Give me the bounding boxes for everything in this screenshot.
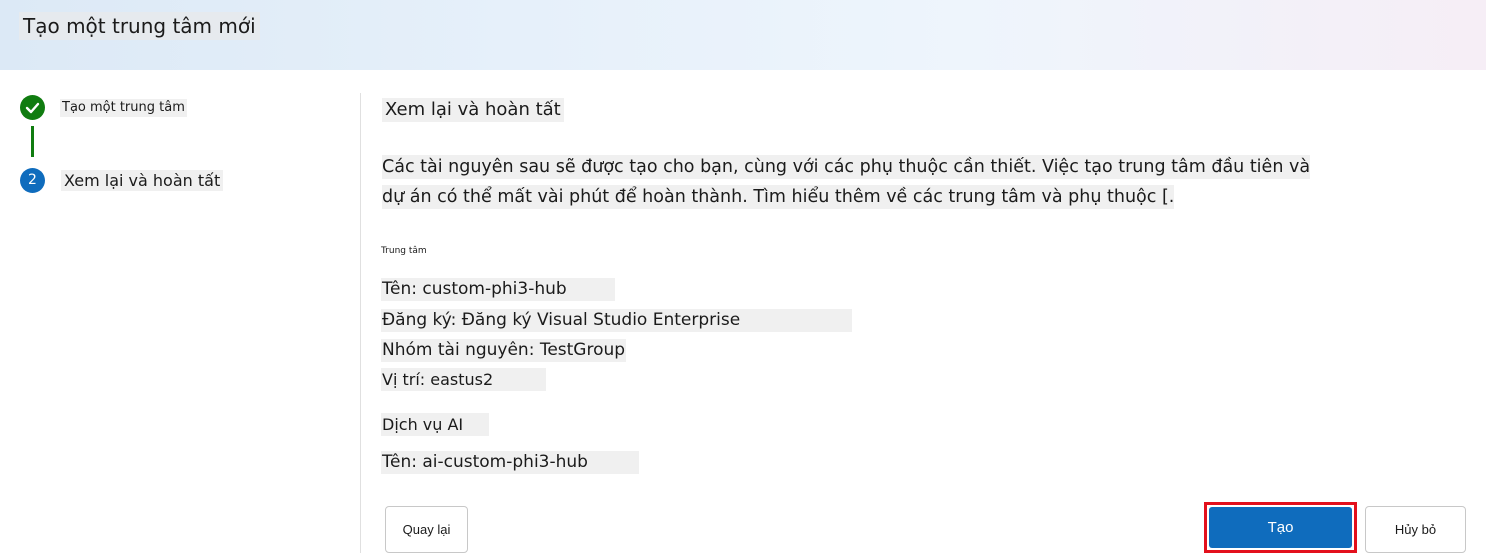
page-header: Tạo một trung tâm mới [0, 0, 1486, 70]
ai-service-name: Tên: ai-custom-phi3-hub [381, 451, 639, 474]
ai-section-label: Dịch vụ AI [381, 413, 489, 436]
step-2-label[interactable]: Xem lại và hoàn tất [61, 170, 224, 191]
hub-section-label: Trung tâm [381, 246, 427, 256]
description-line-2: dự án có thể mất vài phút để hoàn thành.… [382, 185, 1175, 209]
description-line-1: Các tài nguyên sau sẽ được tạo cho bạn, … [382, 155, 1311, 179]
hub-location: Vị trí: eastus2 [381, 368, 546, 391]
divider [360, 93, 361, 553]
create-button[interactable]: Tạo [1209, 507, 1352, 548]
back-button[interactable]: Quay lại [385, 506, 468, 553]
step-1-label[interactable]: Tạo một trung tâm [60, 99, 187, 117]
step-2-number: 2 [20, 168, 45, 193]
hub-subscription: Đăng ký: Đăng ký Visual Studio Enterpris… [381, 309, 852, 332]
check-icon [20, 95, 45, 120]
hub-resource-group: Nhóm tài nguyên: TestGroup [381, 339, 627, 362]
section-title: Xem lại và hoàn tất [382, 98, 564, 122]
cancel-button[interactable]: Hủy bỏ [1365, 506, 1466, 553]
hub-name: Tên: custom-phi3-hub [381, 278, 615, 301]
page-title: Tạo một trung tâm mới [19, 12, 260, 40]
description: Các tài nguyên sau sẽ được tạo cho bạn, … [382, 152, 1454, 212]
step-connector [31, 126, 34, 157]
